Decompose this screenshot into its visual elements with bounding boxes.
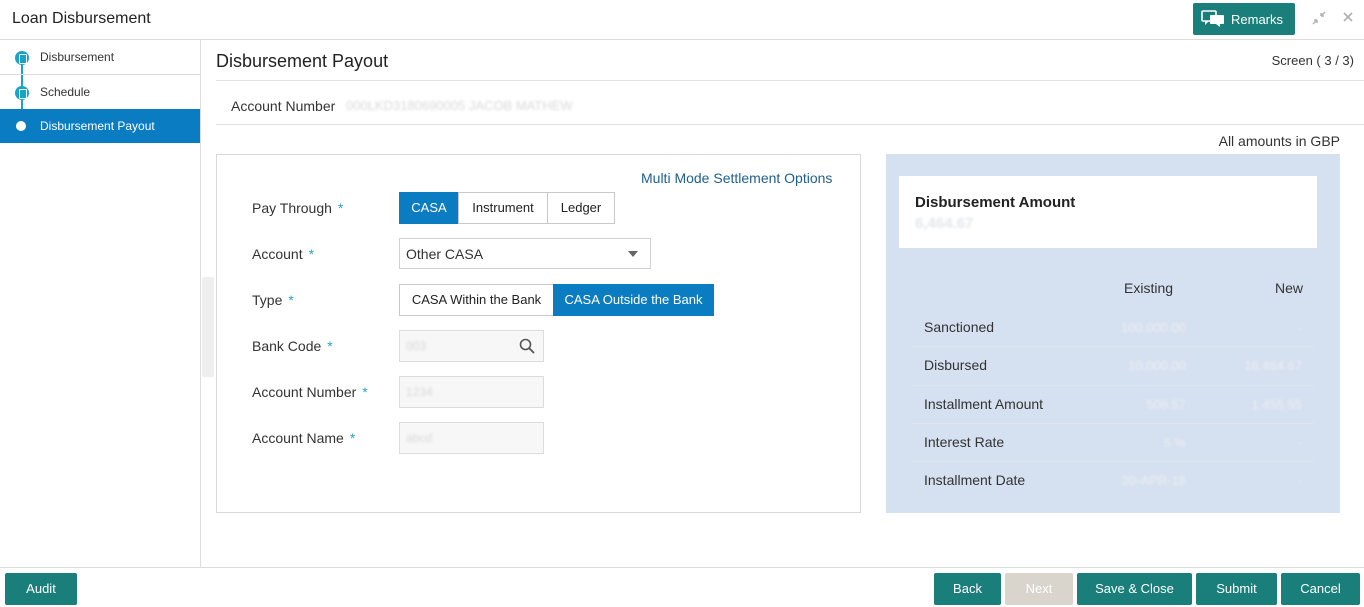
minimize-icon[interactable] [1311,10,1327,26]
divider [912,423,1314,424]
step-label: Disbursement [40,50,115,64]
step-disbursement-payout[interactable]: Disbursement Payout [0,109,200,143]
pay-through-label: Pay Through * [252,200,344,216]
account-number-input[interactable]: 1234 [399,376,544,408]
save-close-button[interactable]: Save & Close [1077,573,1192,605]
type-casa-within-bank[interactable]: CASA Within the Bank [399,284,554,316]
account-number-label: Account Number [231,98,336,114]
pay-through-instrument[interactable]: Instrument [458,192,548,224]
account-selected-value: Other CASA [406,246,484,262]
currency-note: All amounts in GBP [1218,133,1340,149]
account-name-label: Account Name * [252,430,356,446]
row-existing-value: 100,000.00 [1120,320,1186,335]
divider [216,80,1364,81]
row-label-installment-date: Installment Date [924,472,1026,488]
remarks-button[interactable]: Remarks [1193,3,1295,35]
audit-button[interactable]: Audit [5,573,77,605]
row-new-value: 1,455.55 [1251,397,1302,412]
row-label-installment-amount: Installment Amount [924,396,1044,412]
row-label-sanctioned: Sanctioned [924,319,995,335]
step-label: Schedule [40,85,91,99]
disbursement-amount-title: Disbursement Amount [915,194,1076,211]
disbursement-amount-value: 6,464.67 [915,215,974,232]
column-existing: Existing [1124,280,1174,296]
step-schedule[interactable]: Schedule [0,75,200,109]
remarks-label: Remarks [1231,11,1284,27]
screen-counter: Screen ( 3 / 3) [1271,53,1354,68]
row-existing-value: 5 % [1163,435,1186,450]
column-new: New [1275,280,1304,296]
account-select[interactable]: Other CASA [399,238,651,269]
type-label: Type * [252,292,294,308]
search-icon[interactable] [519,338,535,354]
account-number-value: 000LKD3180690005 JACOB MATHEW [346,98,573,113]
step-done-icon [15,86,29,100]
row-label-disbursed: Disbursed [924,357,988,373]
pay-through-casa[interactable]: CASA [399,192,459,224]
step-disbursement[interactable]: Disbursement [0,40,200,74]
step-sidebar: Disbursement Schedule Disbursement Payou… [0,40,201,567]
step-current-icon [16,121,26,131]
title-bar: Loan Disbursement Remarks [0,0,1364,40]
page-title: Disbursement Payout [216,51,389,71]
cancel-button[interactable]: Cancel [1281,573,1360,605]
disbursement-amount-card [899,176,1317,248]
divider [912,346,1314,347]
row-existing-value: 10,000.00 [1128,358,1186,373]
account-name-input[interactable]: abcd [399,422,544,454]
submit-button[interactable]: Submit [1196,573,1277,605]
step-label: Disbursement Payout [40,119,155,133]
window-title: Loan Disbursement [12,10,151,27]
back-button[interactable]: Back [934,573,1001,605]
row-new-value: 16,464.67 [1244,358,1302,373]
row-existing-value: 20-APR-18 [1121,473,1186,488]
panel-splitter[interactable] [202,277,214,377]
divider [912,461,1314,462]
pay-through-toggle: CASA Instrument Ledger [399,192,615,224]
row-new-value: - [1297,435,1302,450]
type-casa-outside-bank[interactable]: CASA Outside the Bank [553,284,714,316]
chat-icon [1201,10,1224,27]
bank-code-label: Bank Code * [252,338,333,354]
multi-mode-settlement-link[interactable]: Multi Mode Settlement Options [641,170,832,186]
divider [216,124,1364,125]
row-new-value: - [1297,320,1302,335]
row-existing-value: 508.57 [1146,397,1186,412]
account-label: Account * [252,246,315,262]
close-icon[interactable] [1340,10,1356,26]
account-number-field-label: Account Number * [252,384,368,400]
row-new-value: - [1297,473,1302,488]
step-done-icon [15,51,29,65]
next-button[interactable]: Next [1005,573,1073,605]
type-toggle: CASA Within the Bank CASA Outside the Ba… [399,284,714,316]
pay-through-ledger[interactable]: Ledger [547,192,615,224]
bank-code-input[interactable]: 003 [399,330,544,362]
row-label-interest-rate: Interest Rate [924,434,1005,450]
divider [912,385,1314,386]
chevron-down-icon [628,251,638,257]
